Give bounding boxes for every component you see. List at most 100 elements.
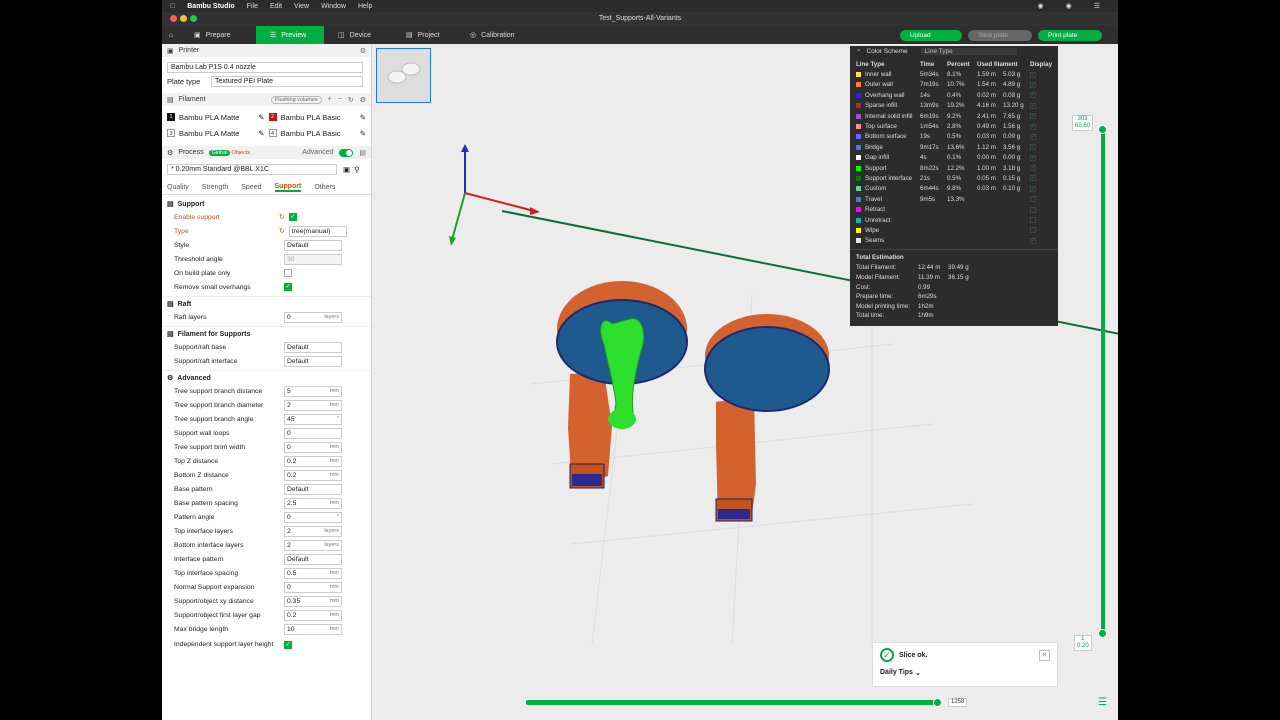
objects-toggle[interactable]: Objects [231,150,250,156]
gear-icon[interactable]: ⚙ [360,96,366,104]
display-checkbox[interactable] [1030,217,1036,224]
param-input[interactable]: 0 mm [284,581,342,593]
tab-prepare[interactable]: ▣ Prepare [180,26,256,44]
scheme-select[interactable]: Line Type [920,48,1017,55]
param-input[interactable]: 2 layers [284,525,342,537]
param-input[interactable]: 0 mm [284,441,342,453]
param-input[interactable]: 0.35 mm [284,595,342,607]
remove-small-overhangs-checkbox[interactable]: ✓ [284,283,292,291]
add-icon[interactable]: + [328,96,332,104]
param-input[interactable]: 2 mm [284,399,342,411]
menu-edit[interactable]: Edit [270,3,282,10]
display-checkbox[interactable]: ✓ [1030,92,1036,99]
param-input[interactable]: 0 ° [284,511,342,523]
display-checkbox[interactable]: ✓ [1030,237,1036,244]
tab-strength[interactable]: Strength [202,184,228,191]
tab-project[interactable]: ▤ Project [392,26,456,44]
support-base-select[interactable]: Default [284,341,342,353]
home-button[interactable]: ⌂ [162,26,180,44]
process-profile-select[interactable]: * 0.20mm Standard @BBL X1C [167,163,337,175]
edit-icon[interactable]: ✎ [360,129,366,138]
display-checkbox[interactable]: ✓ [1030,165,1036,172]
param-input[interactable]: 0.2 mm [284,609,342,621]
independent-layer-height-checkbox[interactable]: ✓ [284,641,292,649]
edit-icon[interactable]: ✎ [360,113,366,122]
display-checkbox[interactable] [1030,206,1036,213]
display-checkbox[interactable]: ✓ [1030,81,1036,88]
slice-plate-button[interactable]: Slice plate [968,29,1032,41]
gear-icon[interactable]: ⚙ [360,47,366,55]
menu-help[interactable]: Help [358,3,372,10]
tab-preview[interactable]: ☰ Preview [256,26,324,44]
zoom-window-icon[interactable] [190,15,197,22]
param-input[interactable]: Default [284,553,342,565]
menu-extra-icon[interactable]: ☰ [1094,2,1100,10]
display-checkbox[interactable]: ✓ [1030,102,1036,109]
compare-icon[interactable]: ▤ [359,149,366,157]
printer-select[interactable]: Bambu Lab P1S 0.4 nozzle [167,61,363,73]
tab-calibration[interactable]: ◎ Calibration [456,26,542,44]
advanced-toggle[interactable] [339,148,354,157]
reset-icon[interactable]: ↻ [279,227,285,235]
display-checkbox[interactable]: ✓ [1030,154,1036,161]
on-build-plate-checkbox[interactable] [284,269,292,277]
search-icon[interactable]: ⚲ [354,165,360,174]
layers-stack-icon[interactable]: ☰ [1098,697,1107,708]
filament-item[interactable]: 1 Bambu PLA Matte ✎ [167,113,265,122]
enable-support-checkbox[interactable]: ✓ [288,213,297,221]
tab-quality[interactable]: Quality [167,184,189,191]
move-slider-handle[interactable] [933,698,942,707]
filament-item[interactable]: 3 Bambu PLA Matte ✎ [167,129,265,138]
display-checkbox[interactable]: ✓ [1030,185,1036,192]
edit-icon[interactable]: ✎ [258,129,264,138]
display-checkbox[interactable] [1030,227,1036,234]
upload-button[interactable]: Upload [900,29,962,41]
close-icon[interactable]: ✕ [1039,649,1050,661]
collapse-icon[interactable]: ⌃ [856,48,861,56]
param-input[interactable]: 0.5 mm [284,567,342,579]
display-checkbox[interactable] [1030,196,1036,203]
param-input[interactable]: 45 ° [284,413,342,425]
apple-icon[interactable]:  [170,3,175,10]
edit-icon[interactable]: ✎ [258,113,264,122]
support-interface-select[interactable]: Default [284,355,342,367]
raft-layers-input[interactable]: 0 layers [284,311,342,323]
param-input[interactable]: Default [284,483,342,495]
display-checkbox[interactable]: ✓ [1030,175,1036,182]
param-input[interactable]: 0.2 mm [284,469,342,481]
threshold-angle-input[interactable]: 30 [284,253,342,265]
param-input[interactable]: 0.2 mm [284,455,342,467]
menu-window[interactable]: Window [321,3,346,10]
menu-file[interactable]: File [247,3,258,10]
tab-others[interactable]: Others [314,184,335,191]
filament-item[interactable]: 2 Bambu PLA Basic ✎ [268,113,366,122]
param-input[interactable]: 10 mm [284,623,342,635]
param-input[interactable]: 2.5 mm [284,497,342,509]
param-input[interactable]: 2 layers [284,539,342,551]
print-plate-button[interactable]: Print plate [1038,29,1102,41]
plate-type-select[interactable]: Textured PEI Plate [211,75,363,87]
menu-view[interactable]: View [294,3,309,10]
param-input[interactable]: 0 [284,427,342,439]
tab-device[interactable]: ◫ Device [324,26,392,44]
param-input[interactable]: 5 mm [284,385,342,397]
display-checkbox[interactable]: ✓ [1030,123,1036,130]
display-checkbox[interactable]: ✓ [1030,133,1036,140]
sync-icon[interactable]: ↻ [348,96,354,104]
record-icon[interactable]: ◉ [1038,2,1044,10]
filament-item[interactable]: 4 Bambu PLA Basic ✎ [268,129,366,138]
menubar-app-name[interactable]: Bambu Studio [187,3,234,10]
close-window-icon[interactable] [170,15,177,22]
flushing-volumes-button[interactable]: Flushing volumes [270,95,322,104]
layer-slider-bottom-handle[interactable] [1098,629,1107,638]
layer-slider-top-handle[interactable] [1098,125,1107,134]
move-slider-track[interactable] [526,700,938,705]
global-toggle[interactable]: Global [208,149,231,156]
display-checkbox[interactable]: ✓ [1030,113,1036,120]
display-checkbox[interactable]: ✓ [1030,144,1036,151]
daily-tips-toggle[interactable]: Daily Tips ⌄ [873,667,1057,679]
save-icon[interactable]: ▣ [343,165,350,174]
remove-icon[interactable]: − [338,96,342,104]
layer-slider-track[interactable] [1101,129,1105,634]
support-style-select[interactable]: Default [284,239,342,251]
